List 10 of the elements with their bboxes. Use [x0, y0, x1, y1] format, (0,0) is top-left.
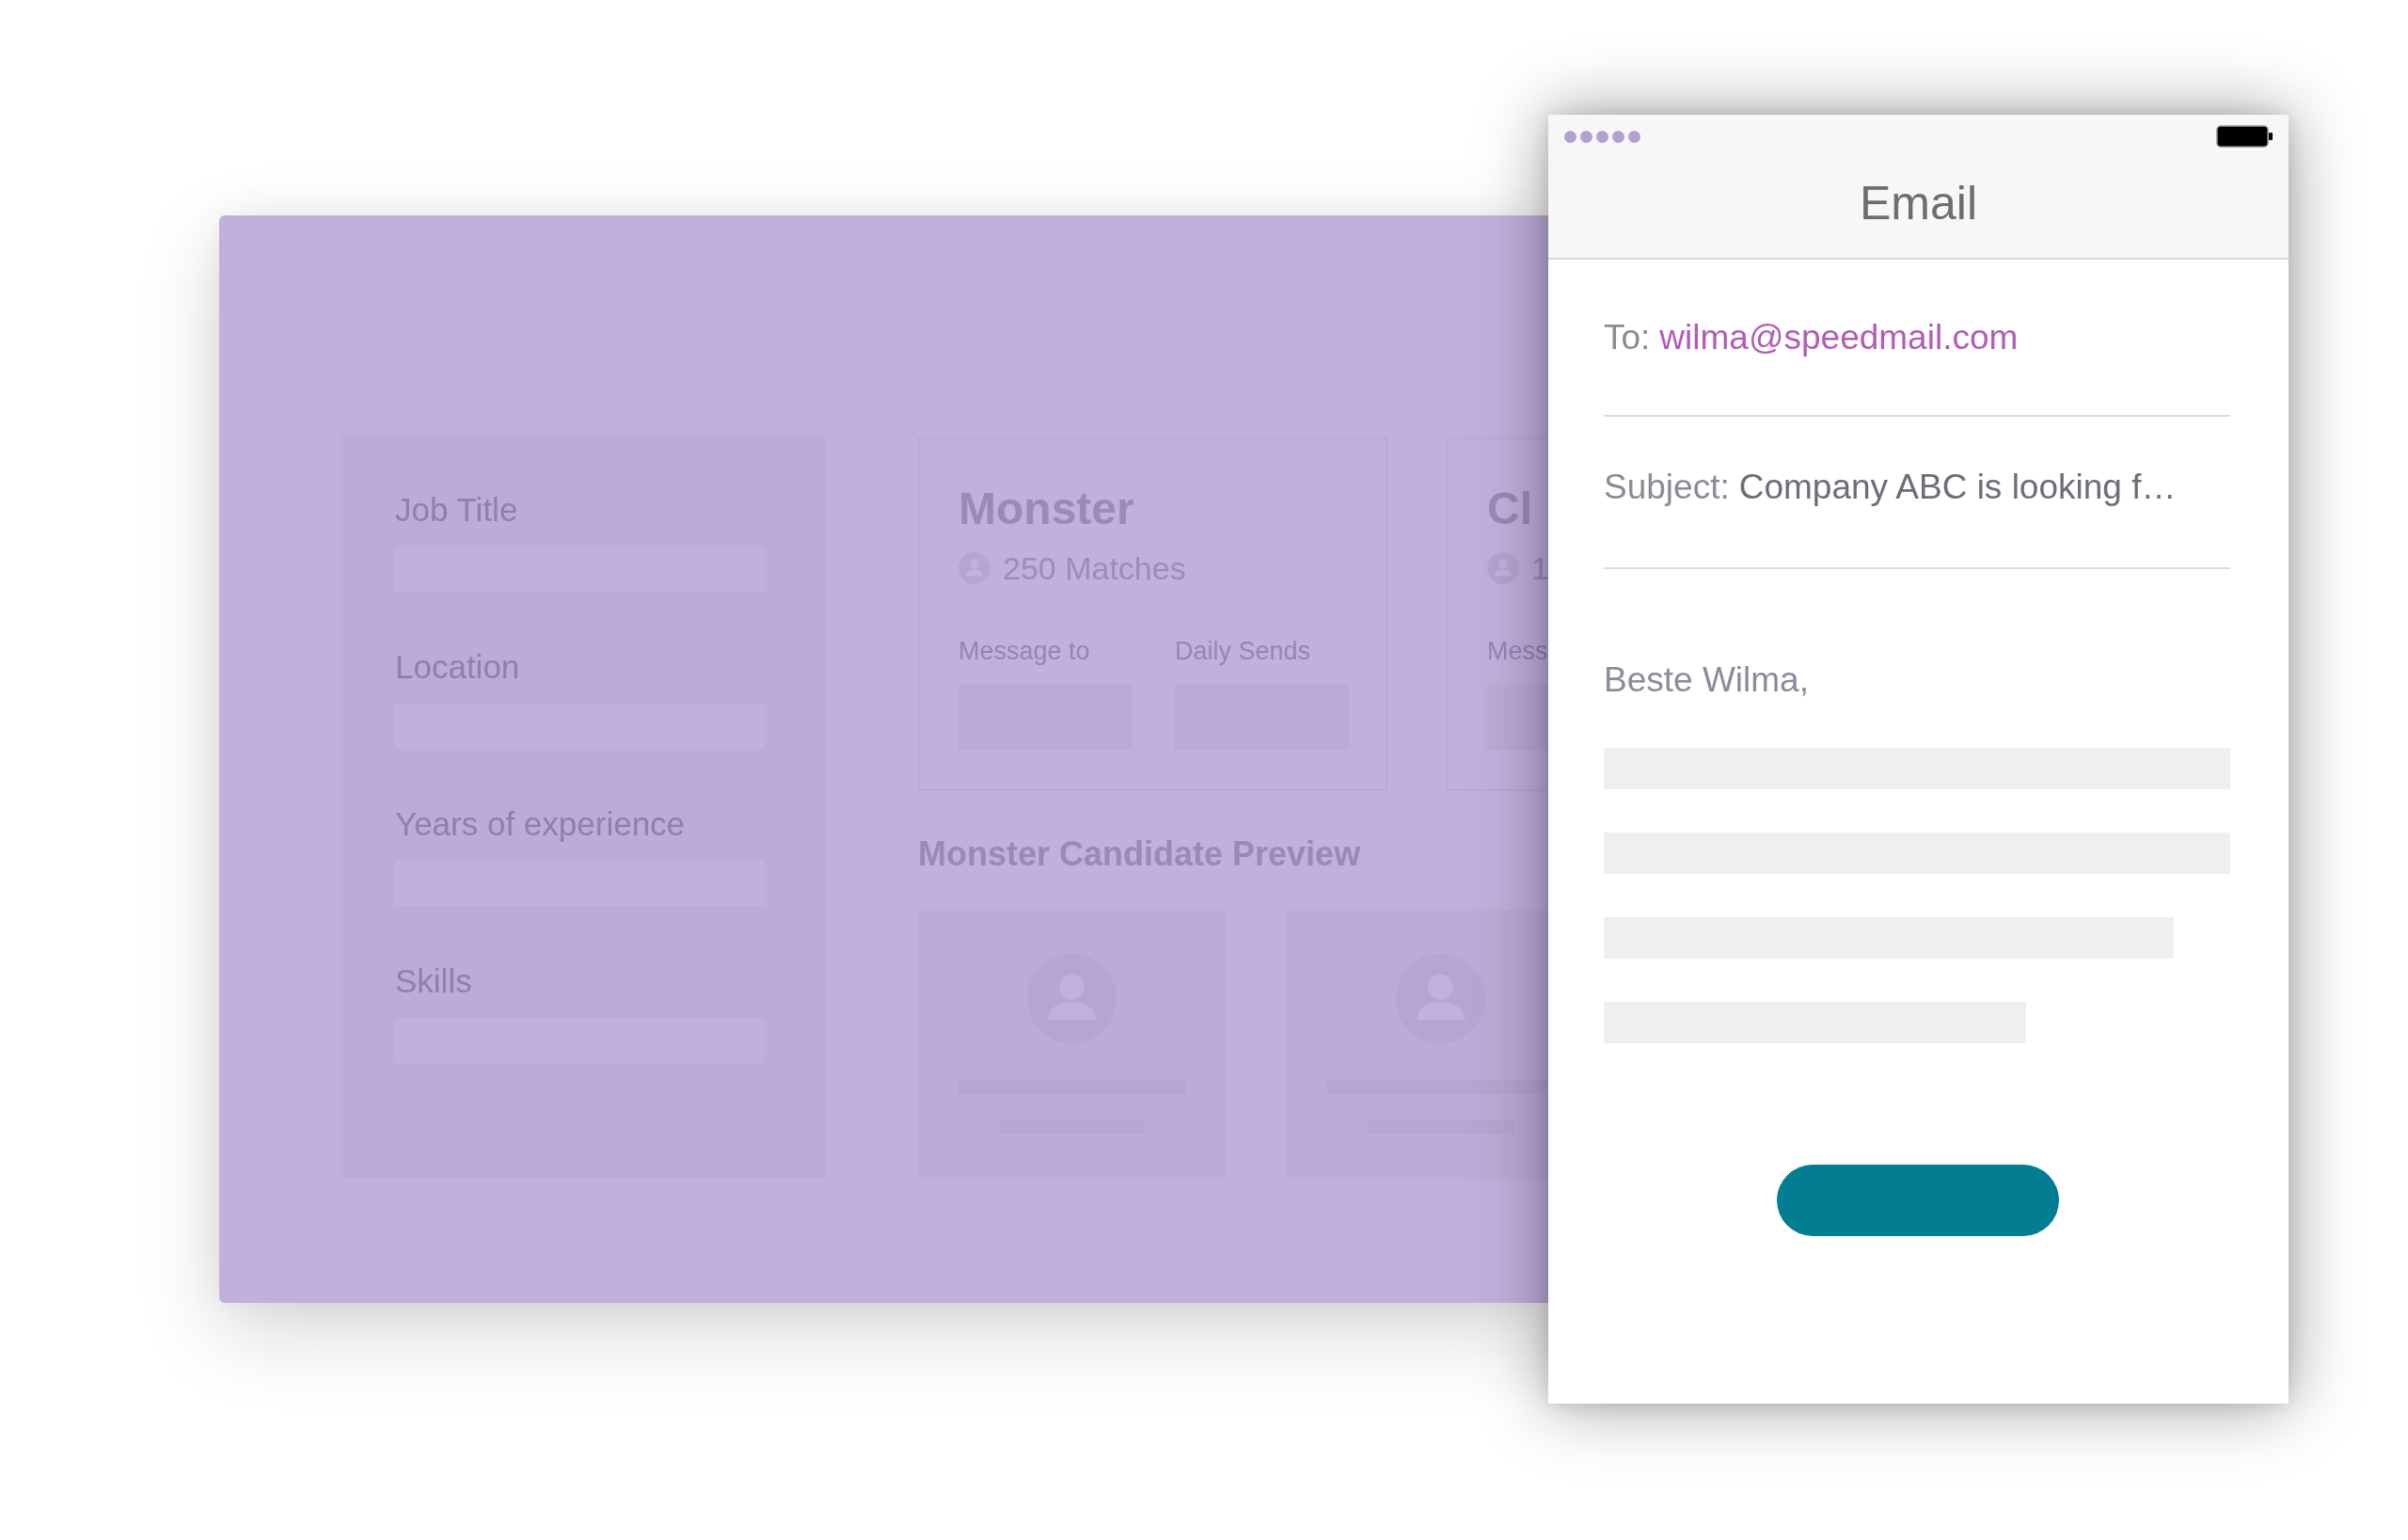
field-label: Subject:	[1604, 467, 1730, 508]
field-label: To:	[1604, 317, 1651, 358]
subject-text: Company ABC is looking f…	[1738, 467, 2177, 508]
input-field[interactable]	[1487, 684, 1551, 750]
battery-icon	[2216, 125, 2273, 148]
screen-title: Email	[1860, 176, 1977, 231]
greeting-text: Beste Wilma,	[1604, 659, 1809, 701]
signal-dots-icon	[1564, 130, 1640, 143]
avatar-icon	[1487, 552, 1519, 584]
recipient-email: wilma@speedmail.com	[1659, 317, 2019, 358]
